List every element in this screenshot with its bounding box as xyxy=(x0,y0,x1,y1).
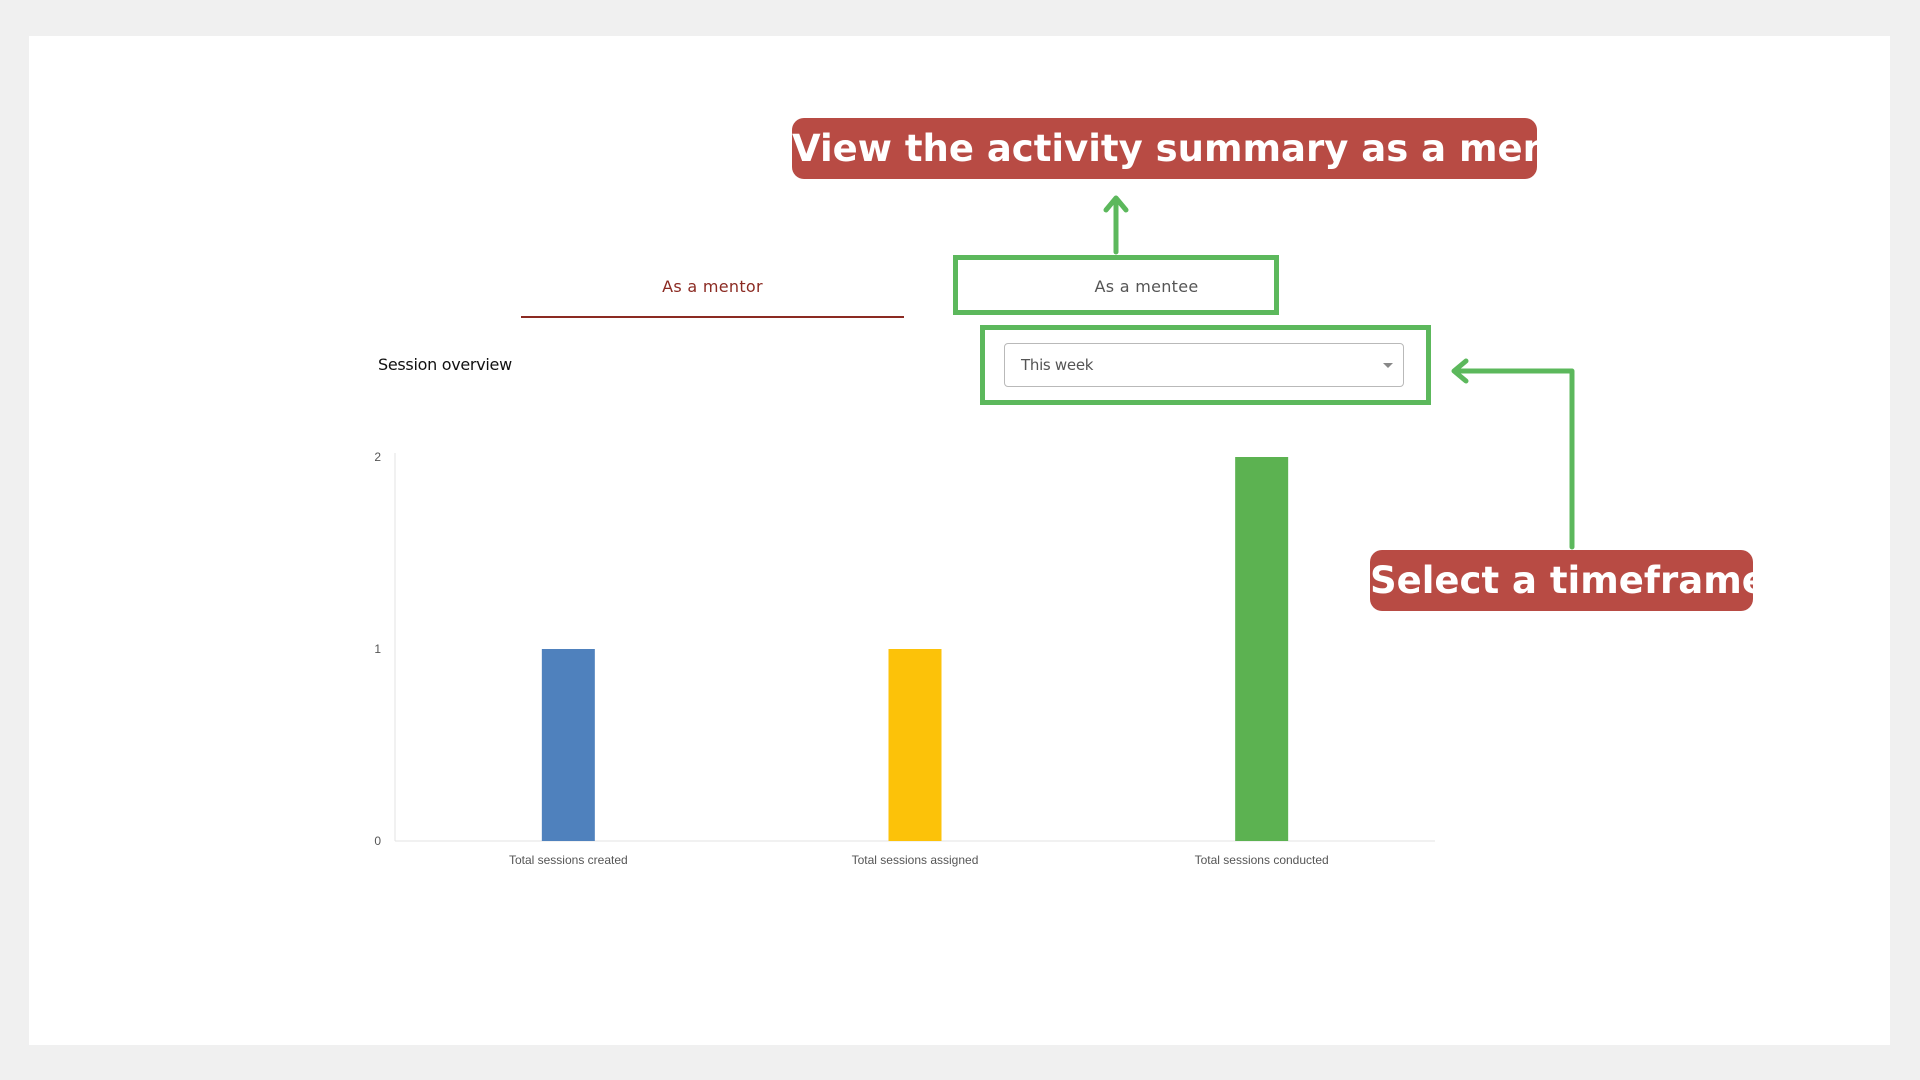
arrow-up-icon xyxy=(1103,195,1129,255)
callout-select-timeframe: Select a timeframe. xyxy=(1370,550,1781,611)
callout-view-mentee: View the activity summary as a mentee. xyxy=(792,118,1631,179)
arrow-left-icon xyxy=(1451,358,1575,550)
